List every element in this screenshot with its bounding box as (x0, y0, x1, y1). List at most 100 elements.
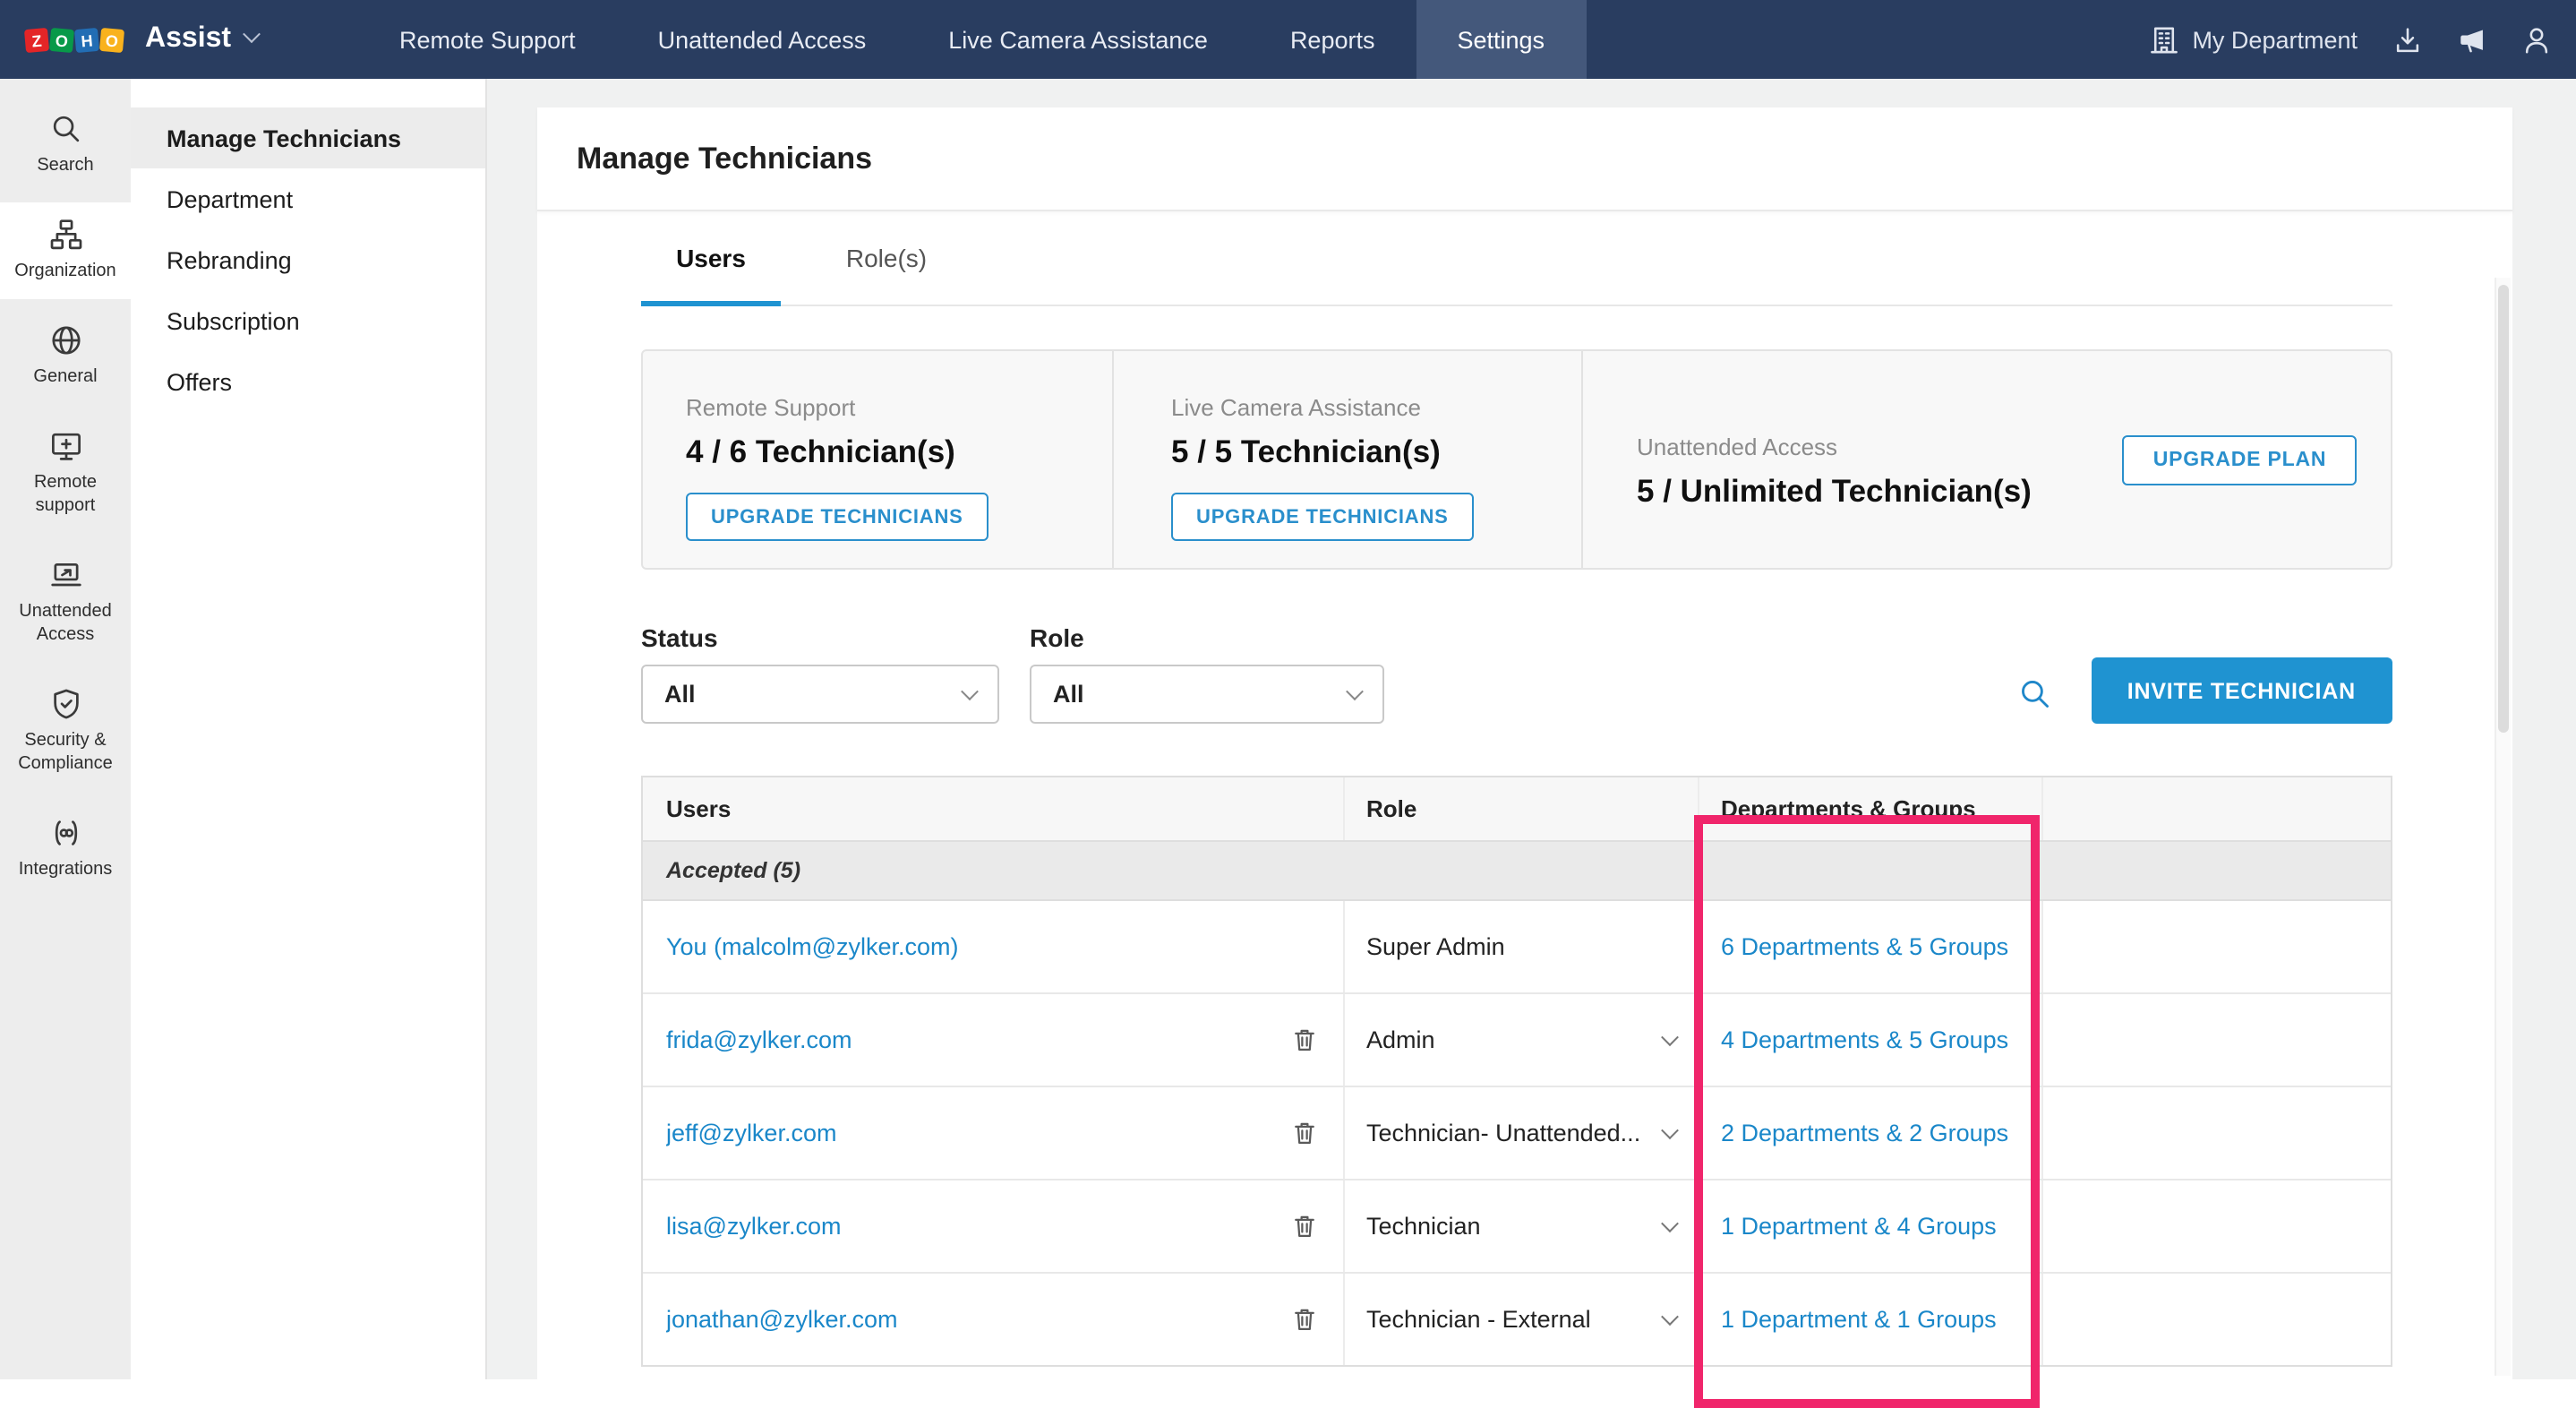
sidebar-item-subscription[interactable]: Subscription (131, 290, 485, 351)
user-link[interactable]: frida@zylker.com (666, 1026, 852, 1053)
group-header-accepted: Accepted (5) (643, 842, 2390, 901)
chevron-down-icon (1346, 683, 1364, 700)
plan-section-unattended-access: Unattended Access 5 / Unlimited Technici… (1581, 351, 2090, 568)
brand-menu[interactable]: Z O H O Assist (0, 0, 358, 79)
upgrade-technicians-button[interactable]: UPGRADE TECHNICIANS (686, 493, 988, 541)
department-label: My Department (2192, 26, 2358, 53)
nav-item-reports[interactable]: Reports (1249, 0, 1416, 79)
department-switcher[interactable]: My Department (2149, 24, 2358, 55)
user-link[interactable]: You (malcolm@zylker.com) (666, 933, 959, 960)
sidebar-item-offers[interactable]: Offers (131, 351, 485, 412)
delete-user-button[interactable] (1288, 1302, 1322, 1336)
nav-item-settings[interactable]: Settings (1416, 0, 1587, 79)
rail-label: Unattended Access (4, 600, 127, 647)
role-value: Super Admin (1366, 933, 1505, 960)
rail-item-remote-support[interactable]: Remote support (0, 414, 131, 534)
departments-link[interactable]: 6 Departments & 5 Groups (1721, 933, 2008, 960)
role-select[interactable]: Technician - External (1343, 1274, 1698, 1365)
tabs: Users Role(s) (641, 211, 2392, 306)
chevron-down-icon (1661, 1215, 1679, 1232)
search-icon[interactable] (2018, 677, 2052, 711)
user-icon[interactable] (2520, 24, 2551, 55)
tab-roles[interactable]: Role(s) (817, 211, 956, 305)
plan-label: Unattended Access (1637, 434, 2090, 460)
empty-cell (2041, 901, 2390, 992)
departments-cell: 1 Department & 4 Groups (1698, 1180, 2041, 1272)
download-icon[interactable] (2392, 24, 2422, 55)
topnav-right: My Department (2149, 0, 2576, 79)
chevron-down-icon (1661, 1028, 1679, 1046)
zoho-logo: Z O H O (25, 28, 124, 51)
org-chart-icon (49, 219, 81, 251)
sidebar-item-rebranding[interactable]: Rebranding (131, 229, 485, 290)
scrollbar-thumb[interactable] (2497, 285, 2508, 733)
departments-link[interactable]: 4 Departments & 5 Groups (1721, 1026, 2008, 1053)
zoho-logo-letter: O (49, 27, 74, 52)
remote-support-icon (49, 430, 81, 462)
vertical-scrollbar[interactable] (2494, 278, 2510, 1375)
rail-item-general[interactable]: General (0, 308, 131, 405)
role-value: Technician- Unattended... (1366, 1120, 1640, 1146)
status-filter: Status All (641, 623, 999, 724)
announcement-icon[interactable] (2456, 24, 2486, 55)
user-link[interactable]: lisa@zylker.com (666, 1213, 841, 1240)
departments-link[interactable]: 2 Departments & 2 Groups (1721, 1120, 2008, 1146)
delete-user-button[interactable] (1288, 1023, 1322, 1057)
role-value: Technician - External (1366, 1306, 1591, 1333)
status-filter-label: Status (641, 623, 999, 652)
zoho-logo-letter: O (99, 27, 124, 52)
plan-section-remote-support: Remote Support 4 / 6 Technician(s) UPGRA… (643, 351, 1112, 568)
departments-link[interactable]: 1 Department & 1 Groups (1721, 1306, 1997, 1333)
table-row: lisa@zylker.com Technician 1 Department … (643, 1180, 2390, 1274)
upgrade-technicians-button[interactable]: UPGRADE TECHNICIANS (1171, 493, 1474, 541)
departments-cell: 1 Department & 1 Groups (1698, 1274, 2041, 1365)
users-cell: lisa@zylker.com (643, 1180, 1343, 1272)
rail-item-security-compliance[interactable]: Security & Compliance (0, 672, 131, 792)
empty-cell (2041, 1087, 2390, 1179)
rail-label: Security & Compliance (4, 729, 127, 776)
page-title: Manage Technicians (577, 141, 872, 176)
rail-label: Organization (14, 260, 116, 283)
table-row: jeff@zylker.com Technician- Unattended..… (643, 1087, 2390, 1180)
nav-item-unattended-access[interactable]: Unattended Access (617, 0, 908, 79)
role-dropdown-value: All (1053, 681, 1084, 708)
role-select[interactable]: Technician (1343, 1180, 1698, 1272)
rail-item-integrations[interactable]: Integrations (0, 801, 131, 897)
panel-header: Manage Technicians (537, 107, 2512, 211)
departments-link[interactable]: 1 Department & 4 Groups (1721, 1213, 1997, 1240)
rail-label: Remote support (4, 471, 127, 518)
sidebar-item-manage-technicians[interactable]: Manage Technicians (131, 107, 485, 168)
sidebar-item-department[interactable]: Department (131, 168, 485, 229)
rail-item-search[interactable]: Search (0, 97, 131, 193)
top-navigation: Z O H O Assist Remote Support Unattended… (0, 0, 2576, 79)
role-dropdown[interactable]: All (1030, 665, 1384, 724)
search-icon (49, 113, 81, 145)
status-dropdown[interactable]: All (641, 665, 999, 724)
settings-sidebar: Manage Technicians Department Rebranding… (131, 79, 487, 1378)
rail-label: Integrations (19, 858, 113, 881)
laptop-icon (49, 559, 81, 591)
empty-cell (2041, 1274, 2390, 1365)
nav-item-remote-support[interactable]: Remote Support (358, 0, 617, 79)
delete-user-button[interactable] (1288, 1116, 1322, 1150)
status-dropdown-value: All (664, 681, 696, 708)
rail-item-unattended-access[interactable]: Unattended Access (0, 543, 131, 663)
invite-technician-button[interactable]: INVITE TECHNICIAN (2092, 657, 2392, 724)
user-link[interactable]: jonathan@zylker.com (666, 1306, 898, 1333)
user-link[interactable]: jeff@zylker.com (666, 1120, 836, 1146)
filters-row: Status All Role All (641, 623, 2392, 724)
role-filter-label: Role (1030, 623, 1384, 652)
shield-icon (49, 688, 81, 720)
rail-item-organization[interactable]: Organization (0, 202, 131, 299)
column-header-departments-groups: Departments & Groups (1698, 777, 2041, 840)
zoho-logo-letter: H (74, 27, 99, 52)
delete-user-button[interactable] (1288, 1209, 1322, 1243)
role-select[interactable]: Technician- Unattended... (1343, 1087, 1698, 1179)
plan-label: Live Camera Assistance (1171, 394, 1581, 421)
upgrade-plan-button[interactable]: UPGRADE PLAN (2123, 434, 2358, 485)
tab-users[interactable]: Users (641, 211, 781, 305)
nav-item-live-camera-assistance[interactable]: Live Camera Assistance (907, 0, 1249, 79)
role-select[interactable]: Admin (1343, 994, 1698, 1086)
manage-technicians-panel: Manage Technicians Users Role(s) Remote … (537, 107, 2512, 1378)
empty-cell (2041, 1180, 2390, 1272)
